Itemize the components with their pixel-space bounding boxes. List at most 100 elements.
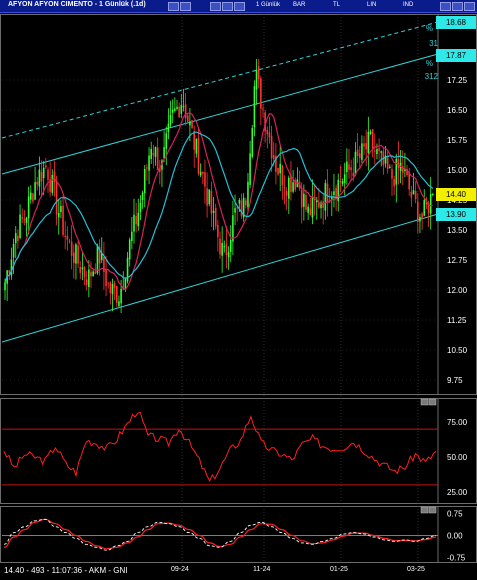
candle-body (356, 149, 359, 156)
candle-body (341, 181, 344, 184)
candle-body (423, 200, 426, 216)
candle-body (180, 105, 183, 114)
candle-body (77, 245, 79, 264)
candle-body (165, 133, 168, 149)
candle-body (141, 192, 144, 200)
x-tick-label: 09-24 (171, 566, 189, 573)
candle-body (249, 153, 251, 185)
candle-body (419, 216, 421, 222)
candle-body (376, 149, 378, 155)
panel-frame (0, 398, 477, 504)
candle-body (324, 182, 327, 211)
candle-body (139, 202, 142, 212)
candle-body (14, 233, 17, 244)
candle-body (4, 282, 6, 291)
candle-body (146, 167, 148, 169)
candle-body (266, 129, 269, 135)
candle-body (318, 202, 320, 208)
candle-body (57, 212, 60, 218)
candle-body (85, 279, 88, 285)
candle-body (105, 269, 107, 286)
candle-body (380, 151, 383, 153)
candle-body (277, 167, 279, 175)
candle-body (322, 201, 324, 208)
channel-label: % (426, 59, 433, 68)
candle-body (229, 239, 232, 253)
candle-body (369, 131, 372, 135)
candle-body (131, 231, 133, 242)
candle-body (25, 217, 28, 224)
channel-label: 31 (429, 39, 438, 48)
y-tick-label: -0.75 (447, 554, 466, 563)
candle-body (257, 66, 260, 80)
chart-window: AFYON AFYON CIMENTO - 1 Günlük (.1d) 1 G… (0, 0, 477, 580)
candle-body (223, 246, 226, 248)
candle-body (135, 215, 137, 225)
y-tick-label: 0.75 (447, 509, 463, 518)
candle-body (214, 207, 217, 227)
price-box-upper-dashed: 18.68 (436, 16, 476, 30)
candle-body (305, 194, 307, 210)
candle-body (92, 271, 94, 277)
candle-body (202, 171, 204, 174)
candle-body (221, 242, 223, 256)
candle-body (103, 256, 105, 273)
candle-body (171, 109, 174, 113)
candle-body (358, 153, 361, 159)
candle-body (150, 148, 152, 159)
rsi-line (3, 411, 437, 483)
candle-body (8, 270, 11, 273)
candle-body (285, 191, 288, 196)
candle-body (255, 69, 258, 90)
candle-body (120, 288, 122, 304)
panel-frame (0, 506, 477, 563)
candle-body (253, 86, 256, 128)
candle-body (292, 182, 294, 192)
candle-body (311, 196, 314, 218)
panel-frame (0, 14, 477, 395)
candle-body (186, 115, 189, 122)
candle-body (238, 199, 241, 204)
candle-body (410, 191, 413, 198)
x-tick-label: 03-25 (407, 566, 425, 573)
candle-body (19, 214, 21, 238)
y-tick-label: 12.00 (447, 286, 468, 295)
candle-body (137, 212, 140, 227)
candle-body (288, 177, 290, 199)
candle-body (350, 167, 352, 171)
candle-body (268, 132, 271, 138)
candle-body (113, 283, 116, 288)
candle-body (234, 208, 236, 213)
channel-label: 312 (425, 72, 439, 81)
candle-body (303, 193, 305, 207)
y-tick-label: 75.00 (447, 418, 468, 427)
status-bar: 14.40 - 493 - 11:07:36 - AKM - GNI (0, 563, 477, 580)
candle-body (414, 190, 417, 199)
candle-body (73, 252, 75, 264)
candle-body (374, 150, 376, 152)
candle-body (343, 174, 346, 183)
candle-body (245, 200, 247, 206)
candle-body (432, 194, 434, 195)
candle-body (79, 267, 82, 273)
candle-body (210, 190, 213, 214)
candle-body (163, 147, 165, 159)
candle-body (30, 192, 32, 200)
candle-body (152, 152, 155, 156)
candle-body (326, 183, 329, 203)
candle-body (335, 187, 337, 198)
candle-body (156, 147, 159, 170)
candle-body (40, 171, 43, 182)
y-tick-label: 10.50 (447, 346, 468, 355)
candle-body (206, 188, 208, 206)
candle-body (23, 219, 26, 221)
candle-body (397, 158, 400, 169)
candle-body (17, 235, 19, 242)
candle-body (191, 120, 193, 129)
y-tick-label: 12.75 (447, 256, 468, 265)
candle-body (300, 190, 303, 208)
candle-body (262, 108, 264, 110)
candle-body (339, 180, 342, 183)
candle-body (27, 196, 30, 219)
candle-body (333, 191, 335, 196)
